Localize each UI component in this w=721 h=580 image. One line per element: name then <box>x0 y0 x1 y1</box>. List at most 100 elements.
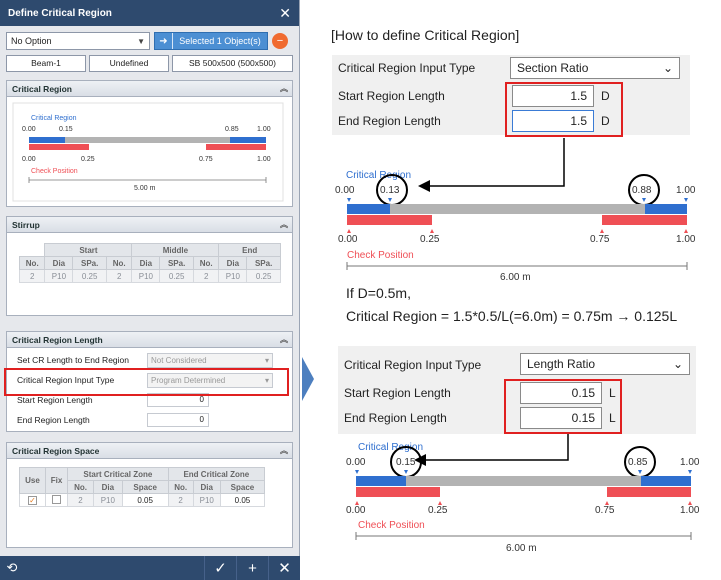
group-start-zone: Start Critical Zone <box>67 467 169 481</box>
apply-check-icon[interactable]: ✓ <box>204 556 236 580</box>
cell: 2 <box>66 493 95 507</box>
cell: P10 <box>93 493 123 507</box>
cp-end-red <box>206 144 266 150</box>
member-type: Undefined <box>89 55 169 72</box>
collapse-icon[interactable]: ︽ <box>280 81 288 97</box>
select-objects-button[interactable]: ➜ Selected 1 Object(s) <box>154 32 268 50</box>
d1-cp-marker-right <box>600 229 604 233</box>
d1-marker-right <box>642 198 646 202</box>
bottom-tick-2: 0.75 <box>199 156 213 163</box>
highlight-box <box>4 368 289 396</box>
end-region-input[interactable]: 0 <box>147 413 209 427</box>
section-header[interactable]: Critical Region Length ︽ <box>7 332 292 348</box>
cr-space-section: Critical Region Space ︽ Use Fix Start Cr… <box>6 442 293 548</box>
howto-title: [How to define Critical Region] <box>331 27 520 43</box>
table-row: 2 P10 0.25 2 P10 0.25 2 P10 0.25 <box>18 269 281 283</box>
length-label: 5.00 m <box>134 185 156 192</box>
form1-type-select[interactable]: Section Ratio ⌄ <box>510 57 680 79</box>
cell: 0.25 <box>246 269 281 283</box>
clear-selection-icon[interactable]: − <box>272 33 288 49</box>
d2-bot-2: 0.75 <box>595 505 615 516</box>
collapse-icon[interactable]: ︽ <box>280 217 288 233</box>
d1-cp-marker-end <box>684 229 688 233</box>
d2-cr-end <box>641 476 691 486</box>
note-line2: Critical Region = 1.5*0.5/L(=6.0m) = 0.7… <box>346 308 678 324</box>
col-header: Dia <box>44 256 74 270</box>
col-header: Space <box>219 480 266 494</box>
cell: P10 <box>218 269 248 283</box>
stirrup-header-row: No. Dia SPa. No. Dia SPa. No. Dia SPa. <box>18 256 281 270</box>
fix-checkbox[interactable] <box>52 494 61 504</box>
group-end-zone: End Critical Zone <box>167 467 266 481</box>
close-icon[interactable]: ✕ <box>279 5 291 22</box>
set-cr-length-label: Set CR Length to End Region <box>17 355 129 365</box>
col-header: Space <box>121 480 169 494</box>
cp-start-red <box>29 144 89 150</box>
top-tick-2: 0.85 <box>225 126 239 133</box>
section-title: Stirrup <box>12 220 40 230</box>
table-row: ✓ 2 P10 0.05 2 P10 0.05 <box>19 493 266 507</box>
diagram2-pointer-line <box>426 434 569 461</box>
col-header: Dia <box>131 256 161 270</box>
d1-length: 6.00 m <box>500 272 531 283</box>
cr-label: Critical Region <box>31 115 77 122</box>
selection-row: No Option ▼ ➜ Selected 1 Object(s) − <box>6 32 293 50</box>
form2-end-label: End Region Length <box>344 411 447 425</box>
stirrup-section: Stirrup ︽ Start Middle End No. Dia SPa. No… <box>6 216 293 316</box>
start-space-input[interactable]: 0.05 <box>121 493 169 507</box>
set-cr-length-row: Set CR Length to End Region Not Consider… <box>7 350 292 370</box>
select-arrow-icon: ➜ <box>155 33 173 49</box>
collapse-icon[interactable]: ︽ <box>280 443 288 459</box>
refresh-icon[interactable]: ⟲ <box>0 556 24 580</box>
end-region-label: End Region Length <box>17 415 90 425</box>
col-header: Dia <box>218 256 248 270</box>
d1-cp-label: Check Position <box>347 250 414 261</box>
use-checkbox[interactable]: ✓ <box>28 495 37 505</box>
section-header[interactable]: Critical Region ︽ <box>7 81 292 97</box>
cell: 0.25 <box>159 269 194 283</box>
col-header: No. <box>167 480 194 494</box>
cell: 0.25 <box>72 269 107 283</box>
group-middle: Middle <box>131 243 220 257</box>
add-plus-icon[interactable]: + <box>236 556 268 580</box>
cr-start-blue <box>29 137 65 143</box>
top-tick-0: 0.00 <box>22 126 36 133</box>
form2-type-select[interactable]: Length Ratio ⌄ <box>520 353 690 375</box>
end-region-row: End Region Length 0 <box>7 410 292 430</box>
chevron-down-icon: ⌄ <box>672 357 683 371</box>
form2-highlight <box>504 379 622 434</box>
set-cr-length-select[interactable]: Not Considered ▾ <box>147 352 273 368</box>
cell: 2 <box>18 269 46 283</box>
group-end: End <box>218 243 281 257</box>
d2-bot-0: 0.00 <box>346 505 366 516</box>
end-space-input[interactable]: 0.05 <box>219 493 266 507</box>
form2-type-label: Critical Region Input Type <box>344 358 482 372</box>
chevron-down-icon: ▼ <box>137 36 145 46</box>
member-section: SB 500x500 (500x500) <box>172 55 293 72</box>
col-header: SPa. <box>159 256 194 270</box>
d1-bot-1: 0.25 <box>420 234 440 245</box>
d1-bot-0: 0.00 <box>338 234 358 245</box>
d2-cp-end <box>607 487 691 497</box>
option-select[interactable]: No Option ▼ <box>6 32 150 50</box>
d1-top-3: 1.00 <box>676 185 696 196</box>
d1-cp-marker-left <box>430 229 434 233</box>
critical-region-preview: Critical Region 0.00 0.15 0.85 1.00 0.00… <box>12 102 284 202</box>
d2-cr-label: Critical Region <box>358 442 423 453</box>
col-use: Use <box>19 467 46 494</box>
d2-cr-start <box>356 476 406 486</box>
d1-cp-marker-start <box>347 229 351 233</box>
section-header[interactable]: Stirrup ︽ <box>7 217 292 233</box>
form1-type-value: Section Ratio <box>517 61 589 75</box>
col-header: No. <box>192 256 220 270</box>
d1-bot-2: 0.75 <box>590 234 610 245</box>
col-fix: Fix <box>45 467 68 494</box>
section-header[interactable]: Critical Region Space ︽ <box>7 443 292 459</box>
close-x-icon[interactable]: ✕ <box>268 556 300 580</box>
cell: 2 <box>192 269 220 283</box>
collapse-icon[interactable]: ︽ <box>280 332 288 348</box>
col-header: No. <box>66 480 95 494</box>
cell: 2 <box>167 493 194 507</box>
d1-top-1: 0.13 <box>380 185 400 196</box>
col-header: SPa. <box>72 256 107 270</box>
